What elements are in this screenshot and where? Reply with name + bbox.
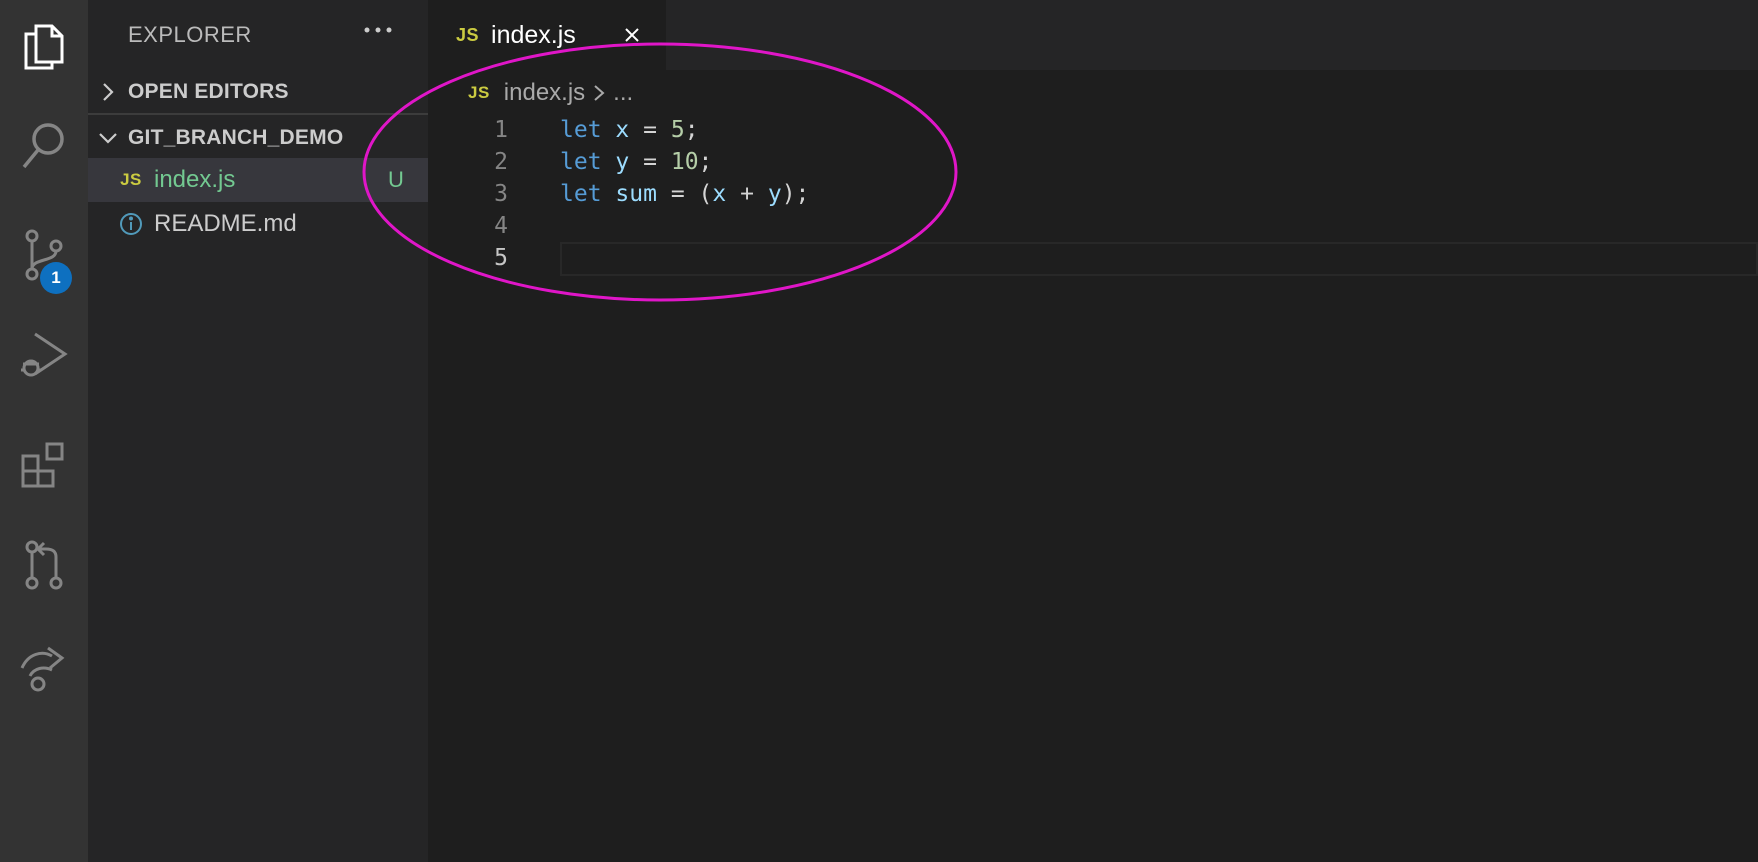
extensions-icon[interactable] bbox=[0, 420, 88, 510]
open-editors-section[interactable]: OPEN EDITORS bbox=[88, 72, 428, 112]
js-file-icon: JS bbox=[468, 83, 490, 102]
code-line: 2 let y = 10; bbox=[428, 144, 1758, 180]
line-number: 3 bbox=[494, 181, 508, 207]
section-divider bbox=[88, 113, 428, 115]
code-line: 4 bbox=[428, 208, 1758, 244]
file-item-index-js[interactable]: JS index.js U bbox=[88, 158, 428, 202]
line-number: 1 bbox=[494, 117, 508, 143]
tab-label: index.js bbox=[491, 20, 576, 49]
close-icon[interactable] bbox=[612, 15, 652, 55]
editor-tab-bar: JS index.js bbox=[428, 0, 1758, 70]
folder-section[interactable]: GIT_BRANCH_DEMO bbox=[88, 118, 428, 158]
chevron-right-icon bbox=[593, 84, 605, 102]
current-code-line: 5 bbox=[428, 240, 1758, 276]
code-line: 3 let sum = (x + y); bbox=[428, 176, 1758, 212]
code-text: let x = 5; bbox=[560, 117, 699, 143]
source-control-badge: 1 bbox=[40, 262, 72, 294]
more-actions-icon[interactable] bbox=[358, 10, 398, 50]
code-text: let y = 10; bbox=[560, 149, 713, 175]
explorer-icon[interactable] bbox=[0, 0, 88, 90]
live-share-icon[interactable] bbox=[0, 622, 88, 712]
source-control-icon[interactable]: 1 bbox=[0, 210, 88, 300]
sidebar-title: EXPLORER bbox=[128, 22, 252, 47]
pull-requests-icon[interactable] bbox=[0, 520, 88, 610]
activity-bar: 1 bbox=[0, 0, 88, 862]
breadcrumb: JS index.js ... bbox=[468, 76, 633, 110]
chevron-right-icon bbox=[88, 72, 128, 112]
search-icon[interactable] bbox=[0, 100, 88, 190]
line-number: 4 bbox=[494, 213, 508, 239]
folder-label: GIT_BRANCH_DEMO bbox=[128, 126, 344, 149]
file-name: README.md bbox=[154, 210, 297, 237]
js-file-icon: JS bbox=[456, 24, 480, 45]
code-line: 1 let x = 5; bbox=[428, 112, 1758, 148]
untracked-status-badge: U bbox=[388, 167, 404, 192]
breadcrumb-file[interactable]: index.js bbox=[504, 79, 585, 107]
code-text: let sum = (x + y); bbox=[560, 181, 810, 207]
file-item-readme[interactable]: README.md bbox=[88, 202, 428, 246]
tab-index-js[interactable]: JS index.js bbox=[428, 0, 666, 70]
file-name: index.js bbox=[154, 166, 236, 193]
code-editor[interactable]: 1 let x = 5; 2 let y = 10; 3 let sum = (… bbox=[428, 112, 1758, 862]
explorer-sidebar: EXPLORER OPEN EDITORS GIT_BRANCH_DEMO JS… bbox=[88, 0, 428, 862]
js-file-icon: JS bbox=[120, 170, 142, 189]
line-number: 5 bbox=[494, 245, 508, 271]
info-icon bbox=[118, 212, 144, 236]
line-number: 2 bbox=[494, 149, 508, 175]
run-debug-icon[interactable] bbox=[0, 310, 88, 400]
open-editors-label: OPEN EDITORS bbox=[128, 80, 289, 103]
chevron-down-icon bbox=[88, 118, 128, 158]
breadcrumb-more[interactable]: ... bbox=[613, 79, 633, 107]
